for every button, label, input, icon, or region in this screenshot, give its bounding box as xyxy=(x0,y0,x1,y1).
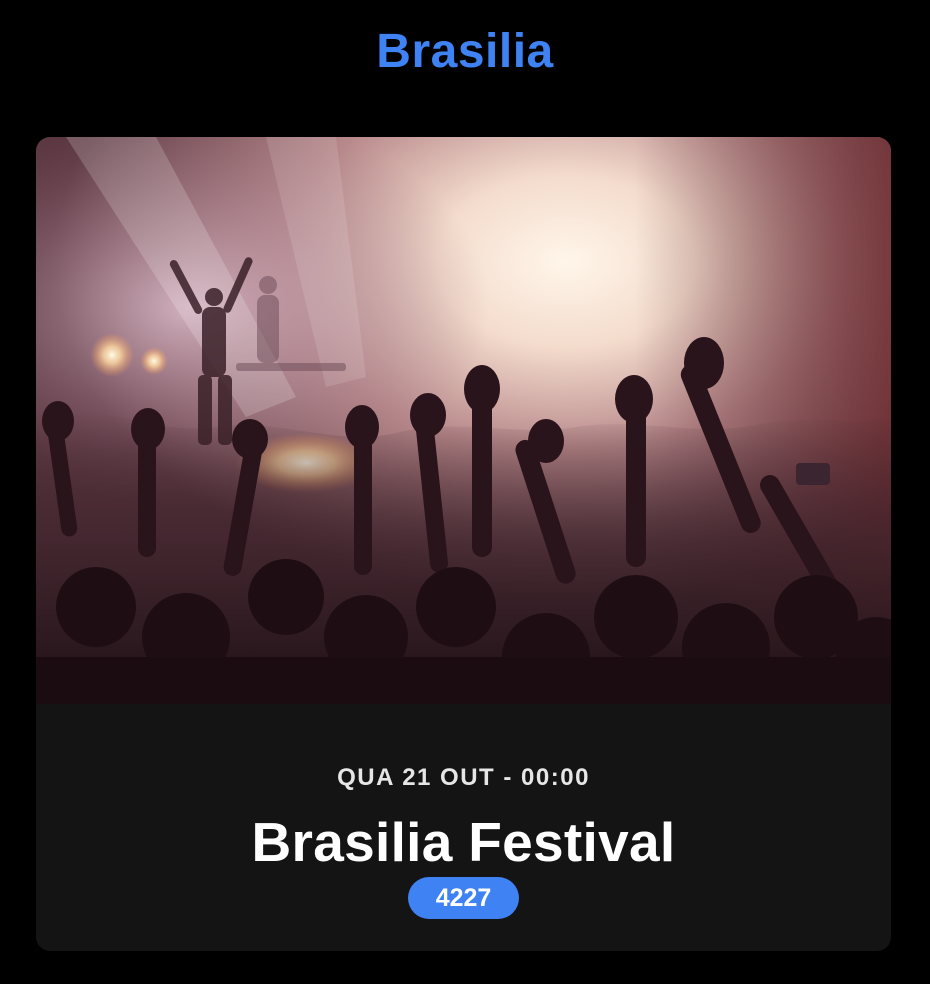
event-count-badge: 4227 xyxy=(408,877,519,919)
header: Brasilia xyxy=(0,0,930,110)
event-date-time: QUA 21 OUT - 00:00 xyxy=(337,764,590,791)
event-card[interactable]: QUA 21 OUT - 00:00 Brasilia Festival 422… xyxy=(36,137,891,951)
event-title: Brasilia Festival xyxy=(251,811,676,873)
event-info: QUA 21 OUT - 00:00 Brasilia Festival 422… xyxy=(36,704,891,951)
event-image xyxy=(36,137,891,704)
page-title: Brasilia xyxy=(376,24,554,78)
